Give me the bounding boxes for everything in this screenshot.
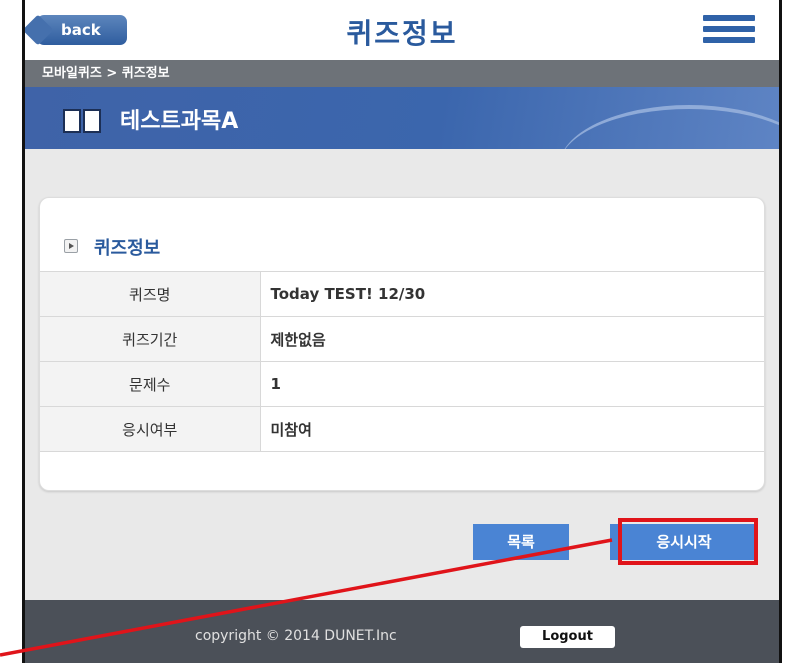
mobile-frame: back 퀴즈정보 모바일퀴즈 > 퀴즈정보 테스트과목A 퀴즈정보 퀴즈명 T… bbox=[22, 0, 782, 663]
row-value: 1 bbox=[270, 375, 281, 393]
table-row: 퀴즈기간 제한없음 bbox=[40, 316, 764, 362]
quiz-info-card: 퀴즈정보 퀴즈명 Today TEST! 12/30 퀴즈기간 제한없음 문제수… bbox=[39, 197, 765, 491]
row-label: 퀴즈명 bbox=[40, 271, 261, 317]
hamburger-menu-icon[interactable] bbox=[703, 15, 755, 43]
highlight-box bbox=[618, 518, 758, 565]
top-bar: back 퀴즈정보 bbox=[25, 0, 779, 60]
page-title: 퀴즈정보 bbox=[346, 17, 458, 50]
list-button[interactable]: 목록 bbox=[473, 524, 569, 560]
row-value: 미참여 bbox=[270, 420, 312, 439]
copyright-text: copyright © 2014 DUNET.Inc bbox=[195, 628, 397, 644]
table-row: 퀴즈명 Today TEST! 12/30 bbox=[40, 271, 764, 317]
subject-title: 테스트과목A bbox=[120, 109, 239, 134]
quiz-info-table: 퀴즈명 Today TEST! 12/30 퀴즈기간 제한없음 문제수 1 응시… bbox=[40, 271, 764, 452]
row-label: 응시여부 bbox=[40, 406, 261, 452]
row-value: Today TEST! 12/30 bbox=[270, 285, 426, 303]
breadcrumb: 모바일퀴즈 > 퀴즈정보 bbox=[25, 60, 779, 87]
row-value: 제한없음 bbox=[270, 330, 326, 349]
row-label: 퀴즈기간 bbox=[40, 316, 261, 362]
footer: copyright © 2014 DUNET.Inc Logout bbox=[25, 600, 779, 663]
row-label: 문제수 bbox=[40, 361, 261, 407]
play-bullet-icon bbox=[64, 239, 78, 253]
section-title: 퀴즈정보 bbox=[94, 238, 161, 259]
table-row: 응시여부 미참여 bbox=[40, 406, 764, 452]
subject-banner: 테스트과목A bbox=[25, 87, 779, 149]
table-row: 문제수 1 bbox=[40, 361, 764, 407]
logout-button[interactable]: Logout bbox=[520, 626, 615, 648]
book-icon bbox=[63, 109, 103, 135]
